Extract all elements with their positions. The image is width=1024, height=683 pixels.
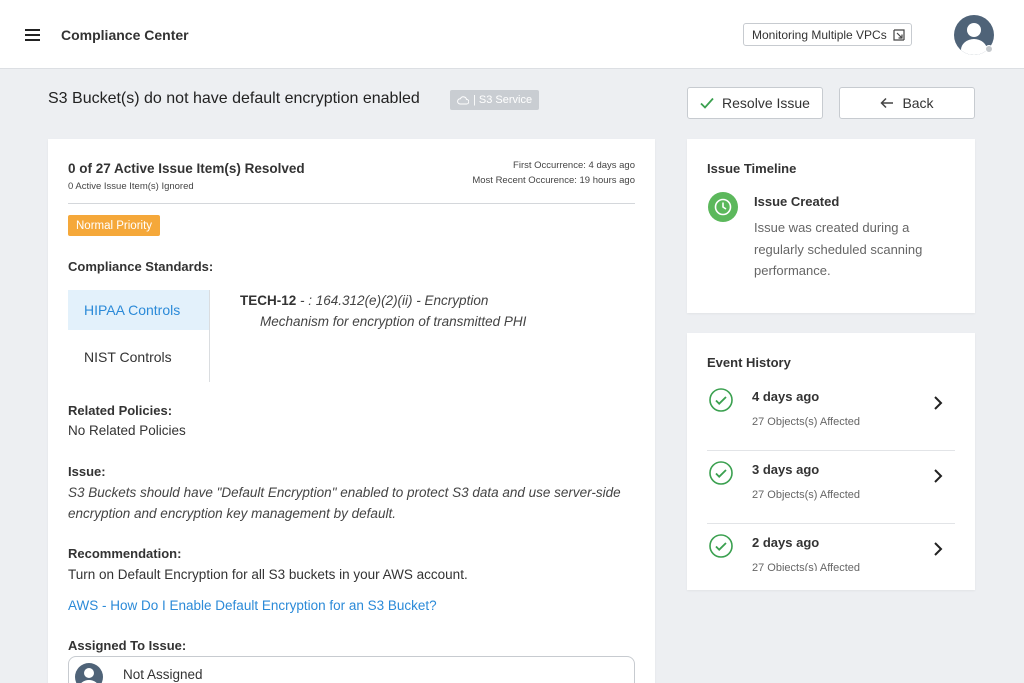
issue-label: Issue: — [68, 464, 106, 479]
event-history-item[interactable]: 4 days ago 27 Objects(s) Affected — [707, 378, 955, 451]
page-title: S3 Bucket(s) do not have default encrypt… — [48, 90, 420, 107]
tab-hipaa-controls[interactable]: HIPAA Controls — [68, 290, 209, 330]
event-time: 3 days ago — [752, 462, 820, 477]
service-badge-label: | S3 Service — [473, 94, 533, 106]
event-history-card: Event History 4 days ago 27 Objects(s) A… — [687, 333, 975, 590]
hamburger-menu-icon[interactable] — [25, 29, 40, 41]
check-circle-icon — [709, 534, 733, 558]
chevron-right-icon — [934, 542, 943, 556]
divider — [68, 203, 635, 204]
control-code: TECH-12 — [240, 293, 297, 308]
timeline-title: Issue Timeline — [707, 161, 797, 176]
check-icon — [700, 97, 714, 109]
event-history-item[interactable]: 2 days ago 27 Objects(s) Affected — [707, 524, 955, 571]
app-title: Compliance Center — [61, 27, 189, 43]
first-occurrence: First Occurrence: 4 days ago — [513, 160, 635, 171]
priority-badge: Normal Priority — [68, 215, 161, 236]
timeline-event-title: Issue Created — [754, 194, 840, 209]
issue-details-card: 0 of 27 Active Issue Item(s) Resolved 0 … — [48, 139, 655, 683]
event-history-list[interactable]: 4 days ago 27 Objects(s) Affected 3 days… — [687, 378, 975, 571]
related-policies-label: Related Policies: — [68, 403, 173, 418]
issue-description: S3 Buckets should have "Default Encrypti… — [68, 485, 621, 521]
issue-timeline-card: Issue Timeline Issue Created Issue was c… — [687, 139, 975, 313]
control-description: Mechanism for encryption of transmitted … — [260, 314, 527, 329]
arrow-left-icon — [880, 97, 894, 109]
recommendation-label: Recommendation: — [68, 546, 182, 561]
related-policies-value: No Related Policies — [68, 423, 186, 438]
resolve-issue-button[interactable]: Resolve Issue — [687, 87, 823, 119]
event-detail: 27 Objects(s) Affected — [752, 489, 861, 501]
timeline-event-description: Issue was created during a regularly sch… — [754, 220, 923, 278]
cloud-icon — [457, 95, 469, 104]
event-detail: 27 Objects(s) Affected — [752, 416, 861, 428]
chevron-right-icon — [934, 469, 943, 483]
tab-divider — [209, 290, 210, 382]
event-detail: 27 Objects(s) Affected — [752, 562, 861, 571]
status-dot — [985, 45, 993, 53]
check-circle-icon — [709, 461, 733, 485]
external-link-icon — [893, 28, 905, 41]
event-time: 2 days ago — [752, 535, 820, 550]
resolved-count: 0 of 27 Active Issue Item(s) Resolved — [68, 161, 305, 176]
user-avatar[interactable] — [954, 15, 994, 55]
ignored-count: 0 Active Issue Item(s) Ignored — [68, 181, 194, 192]
check-circle-icon — [709, 388, 733, 412]
recommendation-text: Turn on Default Encryption for all S3 bu… — [68, 567, 468, 582]
back-label: Back — [902, 95, 934, 111]
top-bar: Compliance Center Monitoring Multiple VP… — [0, 0, 1024, 69]
assignee-avatar-icon — [75, 663, 103, 683]
vpc-selector-button[interactable]: Monitoring Multiple VPCs — [743, 23, 912, 46]
service-badge: | S3 Service — [450, 90, 540, 110]
recent-occurrence: Most Recent Occurence: 19 hours ago — [472, 175, 635, 186]
compliance-standards-label: Compliance Standards: — [68, 259, 214, 274]
vpc-selector-label: Monitoring Multiple VPCs — [752, 27, 887, 42]
event-history-item[interactable]: 3 days ago 27 Objects(s) Affected — [707, 451, 955, 524]
clock-icon — [708, 192, 738, 222]
assigned-label: Assigned To Issue: — [68, 638, 187, 653]
aws-encryption-link[interactable]: AWS - How Do I Enable Default Encryption… — [68, 598, 437, 613]
control-reference: TECH-12 - : 164.312(e)(2)(ii) - Encrypti… — [240, 293, 488, 308]
control-detail: - : 164.312(e)(2)(ii) - Encryption — [296, 293, 489, 308]
event-history-title: Event History — [707, 355, 791, 370]
event-time: 4 days ago — [752, 389, 820, 404]
assignee-value: Not Assigned — [123, 667, 203, 682]
back-button[interactable]: Back — [839, 87, 975, 119]
chevron-right-icon — [934, 396, 943, 410]
resolve-issue-label: Resolve Issue — [722, 95, 810, 111]
assignee-selector[interactable]: Not Assigned — [68, 656, 635, 683]
tab-nist-controls[interactable]: NIST Controls — [68, 337, 209, 377]
